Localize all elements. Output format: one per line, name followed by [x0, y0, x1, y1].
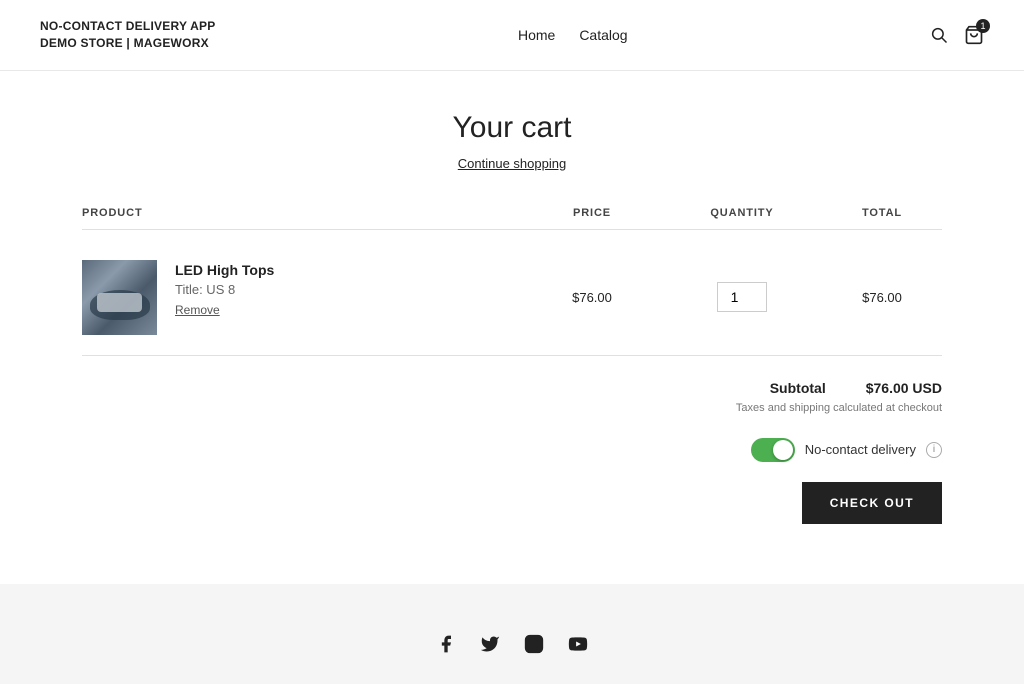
delivery-label: No-contact delivery — [805, 442, 916, 457]
subtotal-row: Subtotal $76.00 USD — [770, 380, 942, 396]
product-info: LED High Tops Title: US 8 Remove — [82, 260, 522, 335]
logo-line1: NO-CONTACT DELIVERY APP — [40, 19, 216, 33]
cart-title: Your cart — [82, 111, 942, 145]
continue-shopping-wrapper: Continue shopping — [82, 155, 942, 171]
cart-summary: Subtotal $76.00 USD Taxes and shipping c… — [82, 380, 942, 524]
site-logo: NO-CONTACT DELIVERY APP DEMO STORE | MAG… — [40, 18, 216, 52]
remove-button[interactable]: Remove — [175, 301, 274, 317]
col-product: PRODUCT — [82, 207, 522, 219]
no-contact-toggle[interactable] — [751, 438, 795, 462]
col-price: PRICE — [522, 207, 662, 219]
nav-home[interactable]: Home — [518, 27, 555, 43]
logo-line2: DEMO STORE | MAGEWORX — [40, 36, 209, 50]
table-row: LED High Tops Title: US 8 Remove $76.00 … — [82, 240, 942, 356]
product-thumbnail — [82, 260, 157, 335]
search-icon[interactable] — [930, 26, 948, 44]
quantity-input[interactable] — [717, 282, 767, 312]
product-name: LED High Tops — [175, 262, 274, 278]
item-total: $76.00 — [822, 290, 942, 305]
facebook-icon[interactable] — [436, 634, 456, 654]
delivery-info-icon[interactable]: i — [926, 442, 942, 458]
item-price: $76.00 — [522, 290, 662, 305]
subtotal-note: Taxes and shipping calculated at checkou… — [736, 402, 942, 414]
checkout-button[interactable]: CHECK OUT — [802, 482, 942, 524]
nav-catalog[interactable]: Catalog — [579, 27, 627, 43]
social-links — [40, 614, 984, 654]
cart-badge: 1 — [976, 19, 990, 33]
site-header: NO-CONTACT DELIVERY APP DEMO STORE | MAG… — [0, 0, 1024, 71]
continue-shopping-link[interactable]: Continue shopping — [458, 156, 566, 171]
quantity-wrapper — [662, 282, 822, 312]
no-contact-delivery-option: No-contact delivery i — [751, 438, 942, 462]
cart-table-header: PRODUCT PRICE QUANTITY TOTAL — [82, 207, 942, 230]
cart-page: Your cart Continue shopping PRODUCT PRIC… — [62, 71, 962, 584]
product-details: LED High Tops Title: US 8 Remove — [175, 260, 274, 317]
toggle-knob — [773, 440, 793, 460]
subtotal-value: $76.00 USD — [866, 380, 942, 396]
col-total: TOTAL — [822, 207, 942, 219]
instagram-icon[interactable] — [524, 634, 544, 654]
twitter-icon[interactable] — [480, 634, 500, 654]
youtube-icon[interactable] — [568, 634, 588, 654]
header-icons: 1 — [930, 25, 984, 45]
site-footer — [0, 584, 1024, 684]
subtotal-label: Subtotal — [770, 380, 826, 396]
main-nav: Home Catalog — [518, 27, 628, 43]
product-variant: Title: US 8 — [175, 282, 274, 297]
cart-icon[interactable]: 1 — [964, 25, 984, 45]
col-quantity: QUANTITY — [662, 207, 822, 219]
